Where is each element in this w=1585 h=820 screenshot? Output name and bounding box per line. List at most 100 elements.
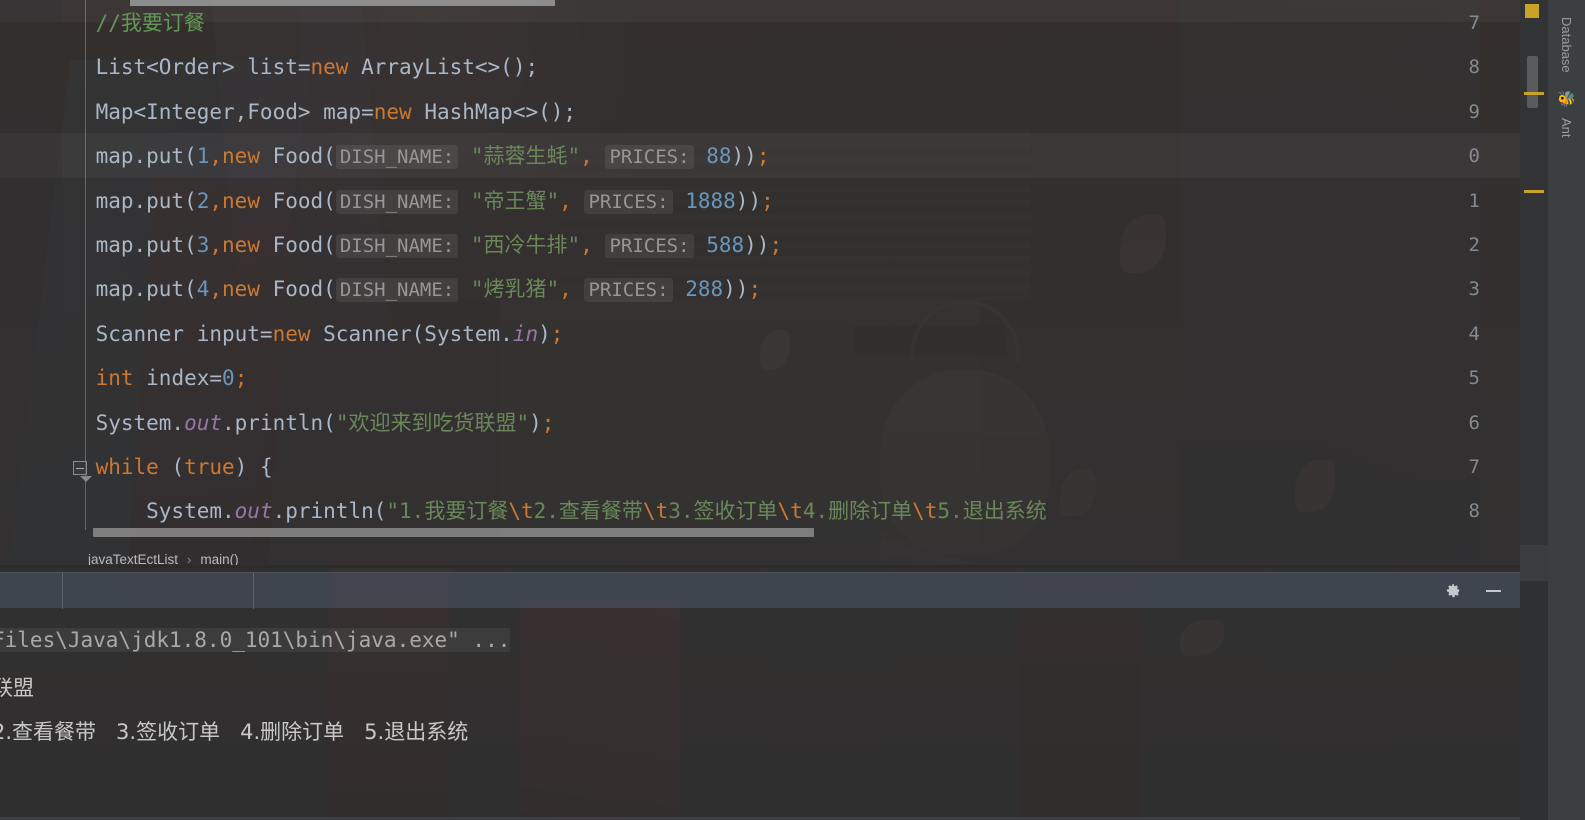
code-token: \t <box>777 499 803 524</box>
code-token: ) <box>538 321 551 346</box>
code-text-area[interactable]: //我要订餐 List<Order> list=new ArrayList<>(… <box>0 0 1520 530</box>
idea-window: 789012345678 //我要订餐 List<Order> list=new… <box>0 0 1585 820</box>
run-tool-window: Files\Java\jdk1.8.0_101\bin\java.exe" ..… <box>0 572 1520 820</box>
code-token: ( <box>158 455 185 479</box>
breadcrumb[interactable]: javaTextEctList › main() <box>0 546 1520 572</box>
code-token: 288 <box>685 277 724 302</box>
warning-marker[interactable] <box>1524 190 1544 193</box>
code-line[interactable]: map.put(4,new Food(DISH_NAME: "烤乳猪", PRI… <box>45 277 762 303</box>
code-token: "蒜蓉生蚝" <box>470 144 581 169</box>
sidebar-item-database[interactable]: Database <box>1548 4 1585 86</box>
code-token: "帝王蟹" <box>470 188 560 213</box>
code-token: )) <box>731 144 757 169</box>
console-output[interactable]: Files\Java\jdk1.8.0_101\bin\java.exe" ..… <box>0 608 1520 820</box>
code-token: ; <box>748 277 762 302</box>
editor-horizontal-scrollbar[interactable] <box>93 528 814 537</box>
code-token: int <box>95 366 134 391</box>
code-token: System. <box>45 499 235 524</box>
code-token: "西冷牛排" <box>470 233 581 257</box>
console-line: Files\Java\jdk1.8.0_101\bin\java.exe" ..… <box>0 628 511 652</box>
code-token: in <box>512 321 539 346</box>
parameter-hint: PRICES: <box>605 234 694 258</box>
code-token: out <box>234 499 273 524</box>
code-token: map.put( <box>45 277 197 302</box>
code-token: )) <box>744 233 770 257</box>
parameter-hint: PRICES: <box>605 145 694 170</box>
code-line[interactable]: map.put(2,new Food(DISH_NAME: "帝王蟹", PRI… <box>45 188 774 214</box>
code-token: ; <box>234 366 248 391</box>
gear-icon[interactable] <box>1442 580 1464 602</box>
minimize-icon-glyph <box>1485 589 1501 592</box>
code-token: new <box>222 277 260 302</box>
code-token: new <box>272 321 311 346</box>
code-token: //我要订餐 <box>95 11 205 35</box>
code-token: 4 <box>196 277 210 302</box>
code-token: , <box>559 277 572 302</box>
console-marker-bar[interactable] <box>1520 581 1548 820</box>
parameter-hint: PRICES: <box>584 189 673 214</box>
code-token: System. <box>45 410 185 435</box>
code-token: Scanner input= <box>45 321 273 346</box>
code-token: out <box>184 410 223 435</box>
code-token: , <box>209 144 223 169</box>
code-token: ) <box>529 410 542 435</box>
code-token: 1 <box>196 144 210 169</box>
code-token: new <box>222 233 260 257</box>
panel-divider[interactable] <box>0 565 1520 568</box>
code-line[interactable]: //我要订餐 <box>45 12 205 34</box>
code-token: new <box>373 99 412 124</box>
code-token: .println( <box>222 410 336 435</box>
code-token: \t <box>642 499 669 524</box>
code-line[interactable]: int index=0; <box>45 366 248 391</box>
console-line: 联盟 <box>0 676 34 700</box>
parameter-hint: DISH_NAME: <box>335 145 459 170</box>
code-token: while <box>95 455 159 479</box>
code-token: 1888 <box>685 188 736 213</box>
code-token: Scanner(System. <box>310 321 513 346</box>
code-token: , <box>209 188 223 213</box>
sidebar-item-ant[interactable]: Ant <box>1548 110 1585 146</box>
code-token: 4.删除订单 <box>802 499 913 524</box>
code-token: ) { <box>234 455 273 479</box>
code-token: 88 <box>706 144 732 169</box>
code-token: new <box>310 55 349 80</box>
code-token: )) <box>723 277 749 302</box>
code-line[interactable]: Scanner input=new Scanner(System.in); <box>45 321 564 346</box>
code-line[interactable]: System.out.println("欢迎来到吃货联盟"); <box>45 410 555 435</box>
code-line[interactable]: Map<Integer,Food> map=new HashMap<>(); <box>45 101 576 123</box>
top-horizontal-scrollbar[interactable] <box>130 0 555 6</box>
minimize-icon[interactable] <box>1482 580 1504 602</box>
console-line: 2.查看餐带 3.签收订单 4.删除订单 5.退出系统 <box>0 720 469 744</box>
code-token: ; <box>761 188 774 213</box>
sidebar-item-database-label: Database <box>1559 17 1574 73</box>
marker-bar-gap <box>1520 545 1548 581</box>
code-line[interactable]: map.put(1,new Food(DISH_NAME: "蒜蓉生蚝", PR… <box>45 144 769 170</box>
ant-icon[interactable]: 🐝 <box>1548 88 1585 110</box>
code-line[interactable]: System.out.println("1.我要订餐\t2.查看餐带\t3.签收… <box>45 500 1047 522</box>
code-token: ; <box>769 233 783 257</box>
code-editor[interactable]: 789012345678 //我要订餐 List<Order> list=new… <box>0 0 1520 545</box>
editor-vertical-scrollbar-thumb[interactable] <box>1527 56 1538 108</box>
code-token: , <box>209 233 223 257</box>
code-token: 3 <box>196 233 210 257</box>
parameter-hint: PRICES: <box>584 278 673 303</box>
code-token: new <box>222 188 260 213</box>
warning-marker[interactable] <box>1524 92 1544 95</box>
code-line[interactable]: List<Order> list=new ArrayList<>(); <box>45 55 539 80</box>
code-line[interactable]: map.put(3,new Food(DISH_NAME: "西冷牛排", PR… <box>45 233 783 258</box>
code-token: 588 <box>706 233 745 257</box>
parameter-hint: DISH_NAME: <box>335 189 459 214</box>
code-token: map.put( <box>45 188 197 213</box>
code-line[interactable]: while (true) { <box>45 456 273 478</box>
inspection-status-indicator[interactable] <box>1525 4 1539 18</box>
code-token: \t <box>508 499 534 524</box>
